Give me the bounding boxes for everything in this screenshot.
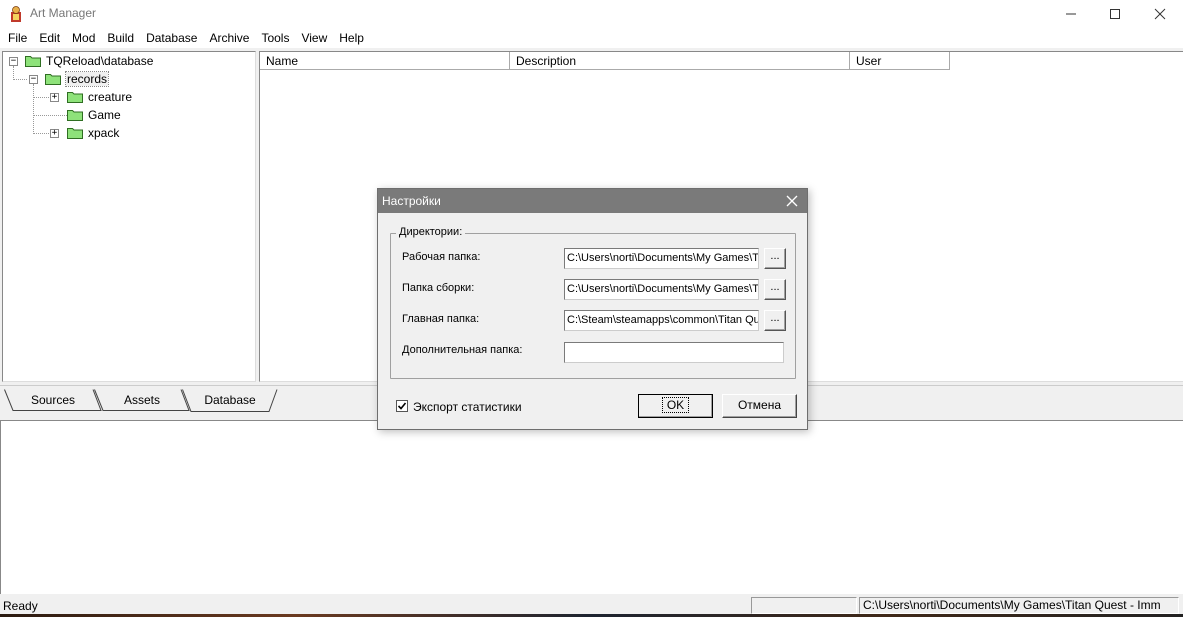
collapse-toggle[interactable]: −	[29, 75, 38, 84]
dialog-title-bar: Настройки	[378, 189, 807, 213]
additional-folder-field[interactable]	[564, 342, 784, 363]
directories-group-label: Директории:	[396, 226, 466, 238]
minimize-icon	[1066, 13, 1076, 15]
dialog-close-button[interactable]	[783, 192, 801, 210]
build-folder-label: Папка сборки:	[402, 282, 475, 294]
menu-bar: File Edit Mod Build Database Archive Too…	[0, 28, 1183, 48]
art-manager-app-icon	[11, 6, 21, 22]
maximize-icon	[1110, 9, 1120, 19]
status-cell	[751, 597, 857, 614]
working-folder-browse-button[interactable]: ...	[764, 248, 786, 269]
close-icon	[1154, 8, 1166, 20]
checkmark-icon	[397, 402, 407, 410]
tree-node-xpack[interactable]: xpack	[67, 125, 119, 141]
column-header-name[interactable]: Name	[260, 52, 510, 70]
menu-edit[interactable]: Edit	[33, 28, 66, 48]
working-folder-label: Рабочая папка:	[402, 251, 481, 263]
dialog-title: Настройки	[382, 194, 441, 208]
tree-node-records[interactable]: records	[45, 71, 110, 87]
close-icon	[786, 195, 798, 207]
main-folder-label: Главная папка:	[402, 313, 480, 325]
menu-tools[interactable]: Tools	[255, 28, 295, 48]
database-tree[interactable]: − TQReload\database − records + creature…	[2, 51, 256, 382]
settings-dialog: Настройки Директории: Рабочая папка: C:\…	[377, 188, 808, 430]
folder-icon	[67, 92, 83, 103]
tab-database[interactable]: Database	[182, 389, 278, 412]
list-header: Name Description User	[260, 52, 1183, 70]
tab-sources[interactable]: Sources	[4, 389, 102, 411]
export-stats-label[interactable]: Экспорт статистики	[413, 400, 522, 414]
tree-node-creature[interactable]: creature	[67, 89, 132, 105]
tree-connector	[33, 115, 67, 116]
additional-folder-label: Дополнительная папка:	[402, 344, 523, 356]
close-window-button[interactable]	[1137, 0, 1183, 28]
main-folder-field[interactable]: C:\Steam\steamapps\common\Titan Quest	[564, 310, 759, 331]
menu-file[interactable]: File	[2, 28, 33, 48]
expand-toggle[interactable]: +	[50, 129, 59, 138]
menu-help[interactable]: Help	[333, 28, 370, 48]
column-header-description[interactable]: Description	[510, 52, 850, 70]
column-header-user[interactable]: User	[850, 52, 950, 70]
window-title: Art Manager	[30, 6, 97, 20]
maximize-button[interactable]	[1092, 0, 1138, 28]
minimize-button[interactable]	[1048, 0, 1094, 28]
folder-open-icon	[45, 74, 61, 85]
build-folder-field[interactable]: C:\Users\norti\Documents\My Games\Titan …	[564, 279, 759, 300]
title-bar: Art Manager	[0, 0, 1183, 28]
ok-button[interactable]: OK	[638, 394, 713, 418]
cancel-button[interactable]: Отмена	[722, 394, 797, 418]
menu-view[interactable]: View	[295, 28, 333, 48]
tree-node-game[interactable]: Game	[67, 107, 121, 123]
collapse-toggle[interactable]: −	[9, 57, 18, 66]
build-folder-browse-button[interactable]: ...	[764, 279, 786, 300]
main-folder-browse-button[interactable]: ...	[764, 310, 786, 331]
tree-connector	[13, 79, 27, 80]
menu-build[interactable]: Build	[101, 28, 140, 48]
expand-toggle[interactable]: +	[50, 93, 59, 102]
status-text: Ready	[3, 599, 38, 613]
menu-database[interactable]: Database	[140, 28, 203, 48]
tree-connector	[13, 66, 14, 80]
export-stats-checkbox[interactable]	[396, 400, 408, 412]
working-folder-field[interactable]: C:\Users\norti\Documents\My Games\Titan …	[564, 248, 759, 269]
tab-assets[interactable]: Assets	[94, 389, 190, 411]
status-path: C:\Users\norti\Documents\My Games\Titan …	[859, 597, 1179, 614]
folder-icon	[67, 110, 83, 121]
menu-archive[interactable]: Archive	[203, 28, 255, 48]
tree-node-root[interactable]: TQReload\database	[25, 53, 153, 69]
folder-icon	[67, 128, 83, 139]
folder-open-icon	[25, 56, 41, 67]
tree-connector	[33, 84, 34, 134]
menu-mod[interactable]: Mod	[66, 28, 101, 48]
output-panel[interactable]	[0, 420, 1183, 594]
